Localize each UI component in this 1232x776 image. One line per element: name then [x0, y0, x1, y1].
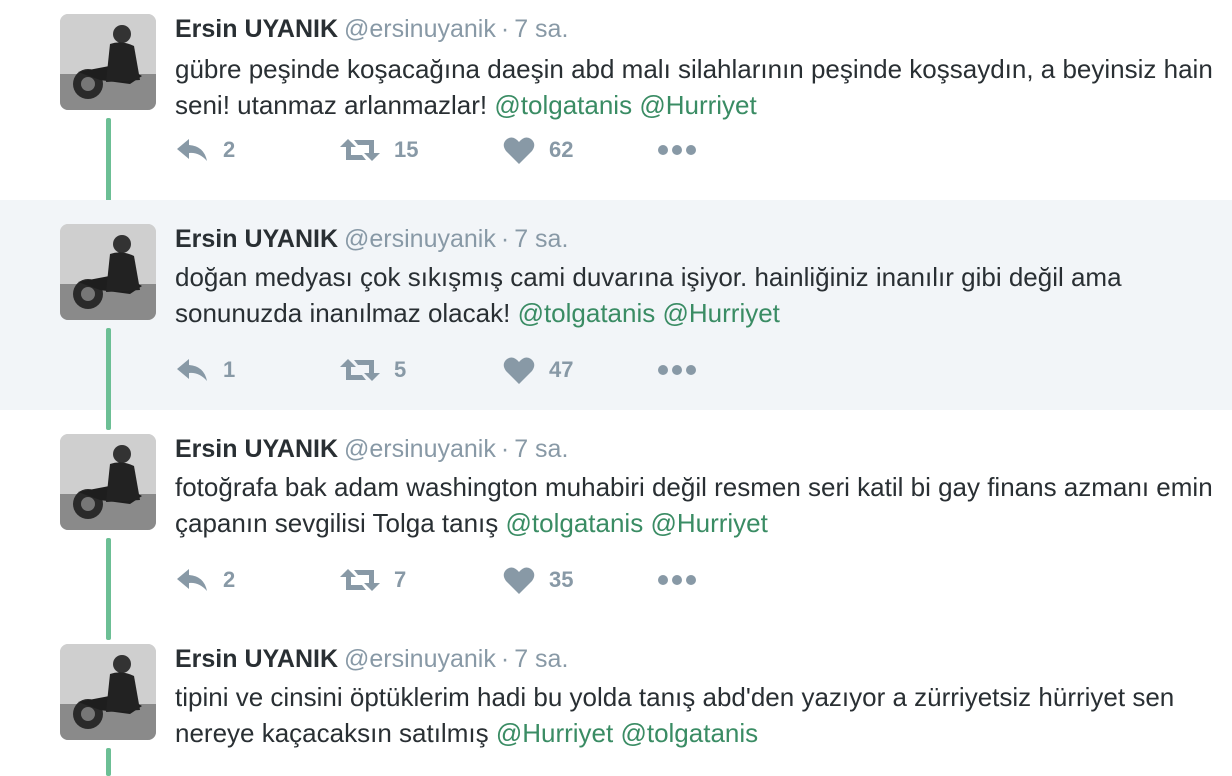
- like-count: 62: [549, 137, 574, 162]
- separator-dot: ·: [500, 435, 510, 463]
- reply-count: 2: [223, 567, 236, 592]
- mention-link[interactable]: @tolgatanis: [494, 90, 632, 120]
- tweet-text: tipini ve cinsini öptüklerim hadi bu yol…: [175, 679, 1215, 751]
- tweet-header: Ersin UYANIK @ersinuyanik · 7 sa.: [175, 434, 568, 464]
- heart-icon: [503, 135, 535, 165]
- retweet-button[interactable]: 5: [340, 350, 406, 390]
- more-button[interactable]: [657, 350, 697, 390]
- tweet-header: Ersin UYANIK @ersinuyanik · 7 sa.: [175, 14, 568, 44]
- like-button[interactable]: 35: [503, 560, 573, 600]
- reply-button[interactable]: 1: [175, 350, 235, 390]
- timestamp[interactable]: 7 sa.: [514, 15, 568, 43]
- author-handle[interactable]: @ersinuyanik: [344, 225, 496, 253]
- more-dots-icon: [657, 143, 697, 157]
- like-button[interactable]: 47: [503, 350, 573, 390]
- more-button[interactable]: [657, 130, 697, 170]
- heart-icon: [503, 355, 535, 385]
- mention-link[interactable]: @Hurriyet: [663, 298, 780, 328]
- author-handle[interactable]: @ersinuyanik: [344, 435, 496, 463]
- reply-count: 1: [223, 357, 236, 382]
- author-name[interactable]: Ersin UYANIK: [175, 645, 338, 673]
- like-count: 35: [549, 567, 574, 592]
- avatar[interactable]: [60, 644, 156, 740]
- author-name[interactable]: Ersin UYANIK: [175, 435, 338, 463]
- reply-count: 2: [223, 137, 236, 162]
- mention-link[interactable]: @Hurriyet: [639, 90, 756, 120]
- author-handle[interactable]: @ersinuyanik: [344, 645, 496, 673]
- mention-link[interactable]: @tolgatanis: [506, 508, 644, 538]
- tweet[interactable]: Ersin UYANIK @ersinuyanik · 7 sa. gübre peş…: [0, 0, 1232, 220]
- tweet-actions: 2 7 35: [175, 560, 735, 600]
- like-button[interactable]: 62: [503, 130, 573, 170]
- retweet-button[interactable]: 7: [340, 560, 406, 600]
- author-handle[interactable]: @ersinuyanik: [344, 15, 496, 43]
- separator-dot: ·: [500, 645, 510, 673]
- mention-link[interactable]: @Hurriyet: [650, 508, 767, 538]
- more-button[interactable]: [657, 560, 697, 600]
- tweet-text: doğan medyası çok sıkışmış cami duvarına…: [175, 259, 1215, 331]
- more-dots-icon: [657, 573, 697, 587]
- author-name[interactable]: Ersin UYANIK: [175, 15, 338, 43]
- tweet-thread: Ersin UYANIK @ersinuyanik · 7 sa. gübre peş…: [0, 0, 1232, 776]
- tweet-actions: 2 15 62: [175, 130, 735, 170]
- reply-icon: [175, 565, 209, 595]
- heart-icon: [503, 565, 535, 595]
- timestamp[interactable]: 7 sa.: [514, 435, 568, 463]
- tweet-text: fotoğrafa bak adam washington muhabiri d…: [175, 469, 1215, 541]
- mention-link[interactable]: @tolgatanis: [620, 718, 758, 748]
- tweet-header: Ersin UYANIK @ersinuyanik · 7 sa.: [175, 224, 568, 254]
- mention-link[interactable]: @tolgatanis: [518, 298, 656, 328]
- reply-button[interactable]: 2: [175, 130, 235, 170]
- reply-icon: [175, 355, 209, 385]
- retweet-count: 7: [394, 567, 407, 592]
- avatar[interactable]: [60, 434, 156, 530]
- retweet-icon: [340, 355, 380, 385]
- retweet-icon: [340, 565, 380, 595]
- more-dots-icon: [657, 363, 697, 377]
- author-name[interactable]: Ersin UYANIK: [175, 225, 338, 253]
- mention-link[interactable]: @Hurriyet: [496, 718, 613, 748]
- tweet-actions: 1 5 47: [175, 350, 735, 390]
- thread-connector-line: [106, 748, 111, 776]
- retweet-icon: [340, 135, 380, 165]
- timestamp[interactable]: 7 sa.: [514, 645, 568, 673]
- tweet[interactable]: Ersin UYANIK @ersinuyanik · 7 sa. fotoğrafa…: [0, 410, 1232, 640]
- tweet-text: gübre peşinde koşacağına daeşin abd malı…: [175, 51, 1215, 123]
- retweet-count: 15: [394, 137, 419, 162]
- tweet-header: Ersin UYANIK @ersinuyanik · 7 sa.: [175, 644, 568, 674]
- separator-dot: ·: [500, 15, 510, 43]
- tweet[interactable]: Ersin UYANIK @ersinuyanik · 7 sa. tipini ve…: [0, 620, 1232, 776]
- separator-dot: ·: [500, 225, 510, 253]
- timestamp[interactable]: 7 sa.: [514, 225, 568, 253]
- avatar[interactable]: [60, 224, 156, 320]
- like-count: 47: [549, 357, 574, 382]
- retweet-button[interactable]: 15: [340, 130, 418, 170]
- reply-icon: [175, 135, 209, 165]
- retweet-count: 5: [394, 357, 407, 382]
- tweet[interactable]: Ersin UYANIK @ersinuyanik · 7 sa. doğan med…: [0, 200, 1232, 430]
- reply-button[interactable]: 2: [175, 560, 235, 600]
- avatar[interactable]: [60, 14, 156, 110]
